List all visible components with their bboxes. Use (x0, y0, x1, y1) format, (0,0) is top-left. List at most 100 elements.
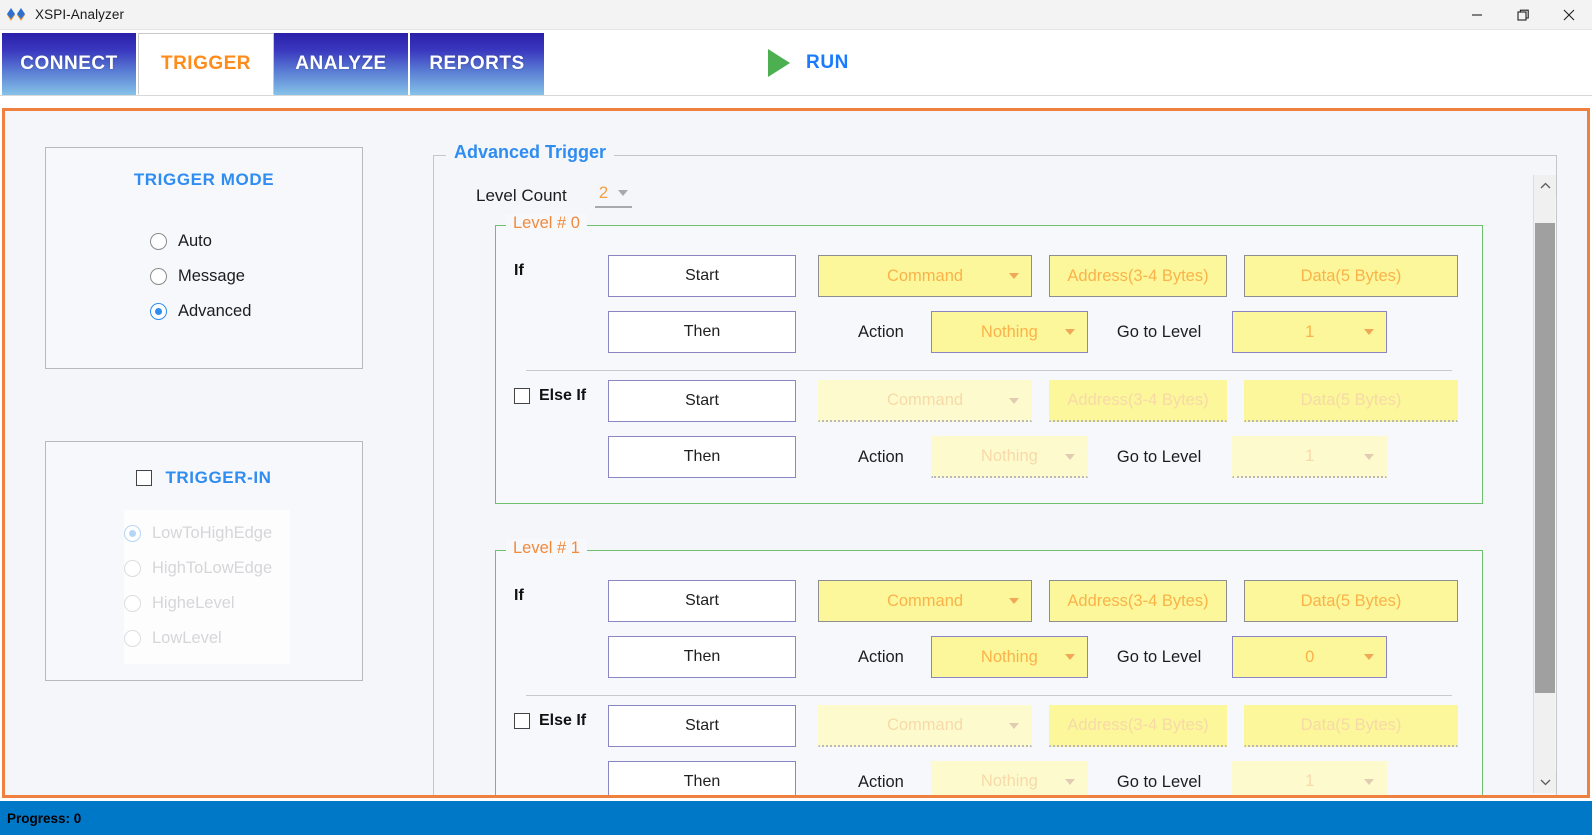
radio-hightolowedge-label: HighToLowEdge (152, 559, 273, 577)
level-0-if-command-text: Command (886, 266, 964, 285)
content-area: TRIGGER MODE Auto Message Advanced TRIGG… (2, 108, 1590, 798)
level-1-if-address-field[interactable]: Address(3-4 Bytes) (1049, 580, 1227, 622)
trigger-in-radio-group: LowToHighEdge HighToLowEdge HigheLevel L… (124, 510, 290, 664)
minimize-icon[interactable] (1454, 0, 1500, 30)
radio-message-label: Message (178, 267, 245, 285)
goto-level-label: Go to Level (1116, 447, 1202, 466)
level-0-if-action-field[interactable]: Nothing (930, 311, 1088, 353)
level-1-elseif-tag: Else If (514, 712, 586, 730)
trigger-mode-title: TRIGGER MODE (133, 170, 275, 189)
level-1-elseif-command-text: Command (886, 716, 964, 734)
level-0-if-goto-field[interactable]: 1 (1232, 311, 1388, 353)
level-1-elseif-then-button[interactable]: Then (608, 761, 796, 795)
level-0-legend: Level # 0 (506, 214, 587, 233)
level-1-if-tag: If (514, 587, 524, 605)
action-label: Action (858, 322, 904, 341)
goto-level-label: Go to Level (1116, 647, 1202, 666)
scroll-down-arrow-icon[interactable] (1534, 771, 1556, 793)
trigger-in-checkbox[interactable] (136, 470, 153, 486)
level-1-if-command-text: Command (886, 591, 964, 610)
radio-lowlevel-icon (124, 630, 141, 647)
level-box-1: Level # 1 If Start Command Address(3-4 B… (495, 539, 1483, 795)
level-1-elseif-data-field[interactable]: Data(5 Bytes) (1244, 705, 1458, 747)
tab-connect[interactable]: CONNECT (2, 32, 138, 95)
chevron-down-icon (1364, 329, 1375, 335)
level-0-if-row-2: Then Action Nothing Go to Level 1 (496, 304, 1482, 360)
close-icon[interactable] (1546, 0, 1592, 30)
level-1-if-then-button[interactable]: Then (608, 636, 796, 678)
level-1-elseif-row-2: Then Action Nothing Go to Level 1 (496, 754, 1482, 795)
level-box-0: Level # 0 If Start Command Address(3-4 B… (495, 214, 1483, 504)
level-0-if-tag: If (514, 262, 524, 280)
level-1-elseif-start-button[interactable]: Start (608, 705, 796, 747)
radio-option-lowlevel[interactable]: LowLevel (124, 621, 290, 656)
main-tab-bar: CONNECT TRIGGER ANALYZE REPORTS RUN (0, 30, 1592, 96)
if-label: If (514, 587, 524, 604)
trigger-in-header: TRIGGER-IN (46, 468, 362, 488)
level-0-elseif-tag: Else If (514, 387, 586, 405)
radio-option-hightolowedge[interactable]: HighToLowEdge (124, 551, 290, 586)
radio-option-highelevel[interactable]: HigheLevel (124, 586, 290, 621)
level-1-elseif-command-field[interactable]: Command (818, 705, 1032, 747)
level-0-elseif-row-2: Then Action Nothing Go to Level 1 (496, 429, 1482, 485)
level-0-if-data-field[interactable]: Data(5 Bytes) (1244, 255, 1458, 297)
chevron-down-icon (1364, 778, 1375, 785)
window-controls (1454, 0, 1592, 30)
chevron-down-icon (1009, 397, 1019, 404)
level-1-if-command-field[interactable]: Command (818, 580, 1032, 622)
level-1-if-start-button[interactable]: Start (608, 580, 796, 622)
chevron-down-icon (1009, 273, 1019, 279)
radio-option-auto[interactable]: Auto (150, 224, 362, 259)
level-0-if-goto-text: 1 (1305, 322, 1315, 341)
trigger-mode-radio-group: Auto Message Advanced (150, 224, 362, 329)
level-0-elseif-start-button[interactable]: Start (608, 380, 796, 422)
radio-hightolowedge-icon (124, 560, 141, 577)
advanced-trigger-legend: Advanced Trigger (446, 142, 615, 163)
level-1-elseif-goto-field[interactable]: 1 (1232, 761, 1388, 795)
levels-scroll-area: Level # 0 If Start Command Address(3-4 B… (435, 213, 1557, 795)
level-1-elseif-action-field[interactable]: Nothing (930, 761, 1088, 795)
play-icon (768, 48, 790, 77)
action-label: Action (858, 647, 904, 666)
level-0-elseif-data-field[interactable]: Data(5 Bytes) (1244, 380, 1458, 422)
level-1-elseif-action-text: Nothing (980, 772, 1038, 790)
level-1-if-data-field[interactable]: Data(5 Bytes) (1244, 580, 1458, 622)
level-0-elseif-action-field[interactable]: Nothing (930, 436, 1088, 478)
restore-icon[interactable] (1500, 0, 1546, 30)
level-1-elseif-block: Else If Start Command Address(3-4 Bytes)… (496, 698, 1482, 795)
radio-option-message[interactable]: Message (150, 259, 362, 294)
level-0-elseif-goto-field[interactable]: 1 (1232, 436, 1388, 478)
tab-trigger[interactable]: TRIGGER (138, 32, 274, 95)
else-if-label: Else If (539, 712, 587, 729)
scrollbar-thumb[interactable] (1535, 223, 1555, 693)
chevron-down-icon (1064, 654, 1075, 660)
level-count-dropdown[interactable]: 2 (594, 183, 633, 208)
title-bar: XSPI-Analyzer (0, 0, 1592, 30)
radio-option-lowtohighedge[interactable]: LowToHighEdge (124, 516, 290, 551)
level-0-if-start-button[interactable]: Start (608, 255, 796, 297)
level-1-if-action-field[interactable]: Nothing (930, 636, 1088, 678)
tab-reports[interactable]: REPORTS (410, 32, 546, 95)
level-0-elseif-command-field[interactable]: Command (818, 380, 1032, 422)
tab-analyze[interactable]: ANALYZE (274, 32, 410, 95)
trigger-mode-panel: TRIGGER MODE Auto Message Advanced (45, 147, 363, 369)
level-1-elseif-checkbox[interactable] (514, 713, 530, 729)
level-0-elseif-address-field[interactable]: Address(3-4 Bytes) (1049, 380, 1227, 422)
run-button[interactable]: RUN (768, 48, 849, 77)
level-0-elseif-block: Else If Start Command Address(3-4 Bytes)… (496, 373, 1482, 489)
level-0-if-then-button[interactable]: Then (608, 311, 796, 353)
chevron-down-icon (1009, 722, 1019, 729)
level-1-legend: Level # 1 (506, 539, 587, 558)
radio-option-advanced[interactable]: Advanced (150, 294, 362, 329)
scroll-up-arrow-icon[interactable] (1534, 175, 1556, 197)
radio-advanced-label: Advanced (178, 302, 252, 320)
level-0-elseif-row-1: Start Command Address(3-4 Bytes) Data(5 … (496, 373, 1482, 429)
level-1-if-goto-field[interactable]: 0 (1232, 636, 1388, 678)
level-1-if-row-1: Start Command Address(3-4 Bytes) Data(5 … (496, 573, 1482, 629)
level-1-elseif-address-field[interactable]: Address(3-4 Bytes) (1049, 705, 1227, 747)
level-0-if-command-field[interactable]: Command (818, 255, 1032, 297)
level-0-elseif-checkbox[interactable] (514, 388, 530, 404)
vertical-scrollbar[interactable] (1533, 175, 1556, 793)
level-0-if-address-field[interactable]: Address(3-4 Bytes) (1049, 255, 1227, 297)
level-0-elseif-then-button[interactable]: Then (608, 436, 796, 478)
